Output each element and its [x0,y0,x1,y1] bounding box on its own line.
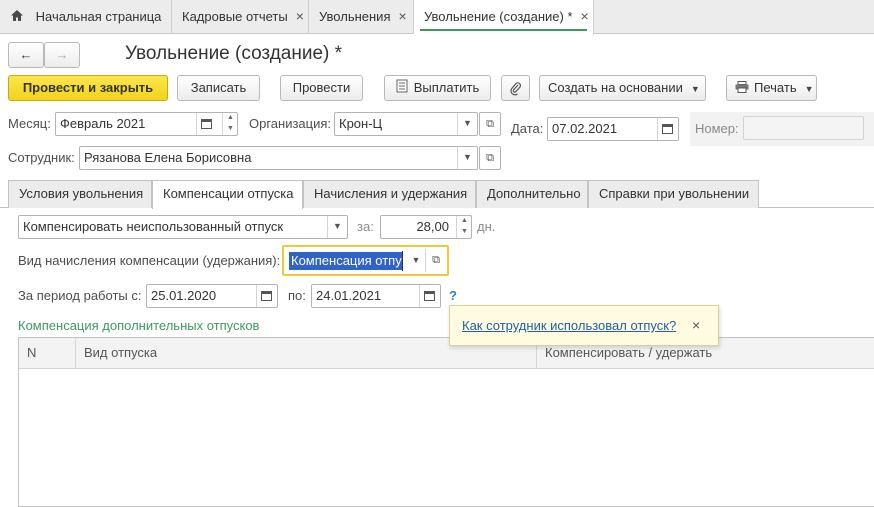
attach-button[interactable] [501,75,530,101]
open-employee-button[interactable]: ⧉ [479,146,501,170]
tab-certificates[interactable]: Справки при увольнении [588,180,759,208]
field-divider [425,249,426,272]
tab-dismissals[interactable]: Увольнения × [309,0,414,34]
chevron-down-icon[interactable]: ▼ [408,249,424,272]
text-cursor [402,251,403,271]
chevron-down-icon: ▼ [690,83,700,94]
compensation-mode-value: Компенсировать неиспользованный отпуск [23,219,284,234]
arrow-left-icon: ← [19,47,33,62]
accrual-label: Вид начисления компенсации (удержания): [18,253,281,268]
pay-button-label: Выплатить [413,80,480,95]
number-field[interactable] [743,116,864,140]
document-icon [396,77,408,101]
close-icon[interactable]: × [296,8,304,24]
calendar-icon[interactable] [657,118,677,140]
save-button[interactable]: Записать [177,75,260,101]
for-label: за: [357,219,374,234]
open-org-button[interactable]: ⧉ [479,112,501,136]
tab-dismissal-create-label: Увольнение (создание) * [424,9,573,24]
post-button[interactable]: Провести [280,75,363,101]
extra-vacations-title: Компенсация дополнительных отпусков [18,318,260,333]
employee-value: Рязанова Елена Борисовна [84,150,252,165]
back-button[interactable]: ← [8,42,44,68]
employee-field[interactable]: Рязанова Елена Борисовна ▼ [79,146,478,170]
vacation-usage-link[interactable]: Как сотрудник использовал отпуск? [462,306,676,345]
chevron-down-icon[interactable]: ▼ [457,113,477,135]
number-label: Номер: [695,121,739,136]
print-label: Печать [754,80,797,95]
close-icon[interactable]: × [398,8,406,24]
calendar-icon[interactable] [196,113,216,135]
tab-home[interactable]: Начальная страница [0,0,172,34]
close-icon[interactable]: × [581,8,589,24]
create-based-on-button[interactable]: Создать на основании ▼ [539,75,706,101]
month-field[interactable]: Февраль 2021 ▲ ▼ [55,112,238,136]
tab-hr-reports[interactable]: Кадровые отчеты × [172,0,309,34]
chevron-down-icon: ▼ [804,83,814,94]
period-from-value: 25.01.2020 [151,288,217,303]
tab-home-label: Начальная страница [35,9,162,24]
column-header-n[interactable]: N [19,338,76,369]
days-stepper[interactable]: ▲ ▼ [456,216,471,238]
pay-button[interactable]: Выплатить [384,75,491,101]
period-to-value: 24.01.2021 [316,288,382,303]
home-icon [10,1,24,34]
org-value: Крон-Ц [339,116,383,131]
month-value: Февраль 2021 [60,116,146,131]
forward-button[interactable]: → [44,42,80,68]
chevron-down-icon[interactable]: ▼ [457,147,477,169]
open-icon: ⧉ [486,152,494,164]
org-field[interactable]: Крон-Ц ▼ [334,112,478,136]
paperclip-icon [510,80,522,95]
top-tab-bar: Начальная страница Кадровые отчеты × Увол… [0,0,874,35]
close-icon[interactable]: × [692,306,700,345]
month-stepper[interactable]: ▲ ▼ [222,113,237,135]
period-to-label: по: [288,288,306,303]
tab-hr-reports-label: Кадровые отчеты [182,9,288,24]
date-label: Дата: [511,121,544,136]
page-title: Увольнение (создание) * [125,43,343,64]
days-value: 28,00 [416,219,449,234]
tab-dismissal-create[interactable]: Увольнение (создание) * × [414,0,594,35]
days-unit: дн. [477,219,496,234]
compensation-mode-select[interactable]: Компенсировать неиспользованный отпуск ▼ [18,215,348,239]
tab-dismissal-conditions[interactable]: Условия увольнения [8,180,152,208]
table-header: N Вид отпуска Компенсировать / удержать [19,338,874,369]
calendar-icon[interactable] [256,285,276,307]
tab-additional[interactable]: Дополнительно [476,180,588,208]
accrual-select[interactable]: Компенсация отпуск ▼ ⧉ [282,245,449,276]
post-and-close-button[interactable]: Провести и закрыть [8,75,168,101]
period-label: За период работы с: [18,288,142,303]
open-icon[interactable]: ⧉ [427,249,445,272]
org-label: Организация: [249,116,332,131]
arrow-right-icon: → [55,47,69,62]
print-button[interactable]: Печать ▼ [726,75,817,101]
tab-vacation-compensation[interactable]: Компенсации отпуска [152,180,303,209]
period-from-field[interactable]: 25.01.2020 [146,284,278,308]
vacation-usage-popup: Как сотрудник использовал отпуск? × [449,305,719,346]
tab-accruals-deductions[interactable]: Начисления и удержания [303,180,476,208]
chevron-down-icon[interactable]: ▼ [327,216,347,238]
month-label: Месяц: [8,116,51,131]
employee-label: Сотрудник: [8,150,75,165]
open-icon: ⧉ [486,118,494,130]
tab-dismissals-label: Увольнения [319,9,391,24]
date-value: 07.02.2021 [552,121,618,136]
date-field[interactable]: 07.02.2021 [547,117,679,141]
extra-vacations-table[interactable]: N Вид отпуска Компенсировать / удержать [18,337,874,507]
period-to-field[interactable]: 24.01.2021 [311,284,441,308]
calendar-icon[interactable] [419,285,439,307]
create-based-on-label: Создать на основании [548,80,683,95]
accrual-value[interactable]: Компенсация отпуск [289,252,402,270]
days-input[interactable]: 28,00 ▲ ▼ [380,215,472,239]
printer-icon [735,77,749,101]
